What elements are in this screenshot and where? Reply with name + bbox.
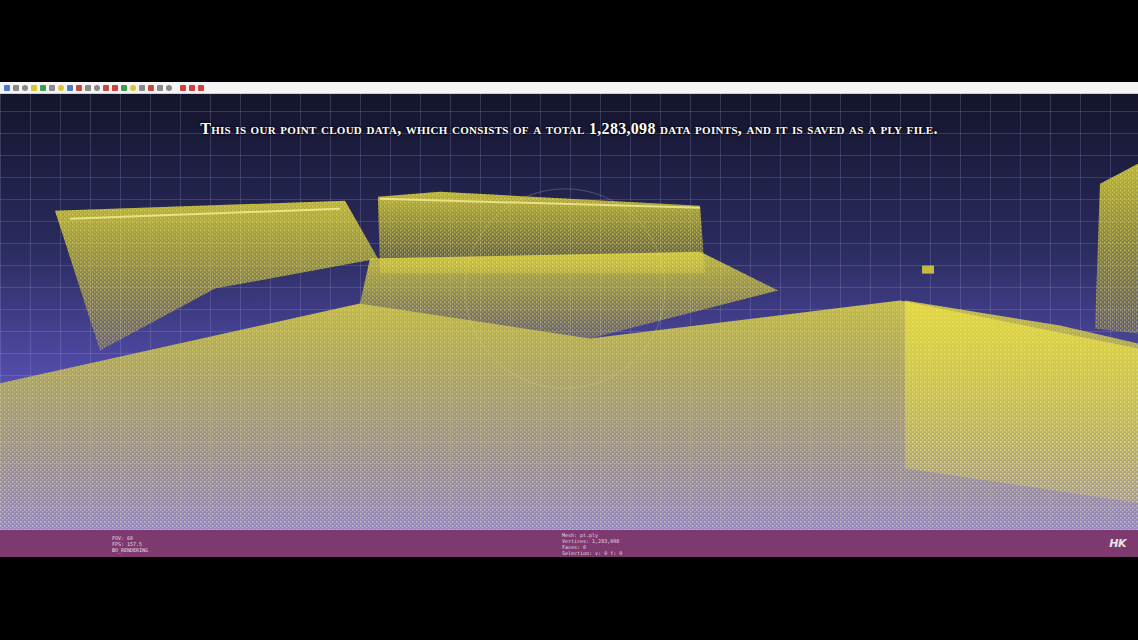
status-left: FOV: 60FPS: 157.5BO_RENDERING [112,535,562,553]
tool-icon[interactable] [31,85,37,91]
tool-icon[interactable] [103,85,109,91]
tool-icon[interactable] [85,85,91,91]
tool-icon[interactable] [180,85,186,91]
right-edge-building [1095,164,1138,334]
status-bar: FOV: 60FPS: 157.5BO_RENDERINGMesh: pt.pl… [0,530,1138,557]
status-center: Mesh: pt.plyVertices: 1,283,098Faces: 0S… [562,532,682,556]
tool-icon[interactable] [198,85,204,91]
tool-icon[interactable] [139,85,145,91]
status-text: FOV: 60 [112,535,562,541]
tool-icon[interactable] [49,85,55,91]
tool-icon[interactable] [130,85,136,91]
tool-icon[interactable] [22,85,28,91]
tool-icon[interactable] [121,85,127,91]
status-text: Faces: 0 [562,544,682,550]
tool-icon[interactable] [157,85,163,91]
tool-icon[interactable] [13,85,19,91]
caption: This is our point cloud data, which cons… [0,120,1138,138]
logo: HK [1109,537,1126,550]
tool-icon[interactable] [40,85,46,91]
tool-icon[interactable] [166,85,172,91]
top-letterbox [0,0,1138,82]
tool-icon[interactable] [67,85,73,91]
status-text: FPS: 157.5 [112,541,562,547]
ground [0,301,1138,530]
bottom-letterbox [0,557,1138,640]
tool-icon[interactable] [76,85,82,91]
tool-icon[interactable] [94,85,100,91]
status-text: Selection: v: 0 f: 0 [562,550,682,556]
app-window: This is our point cloud data, which cons… [0,0,1138,640]
point-cloud-icon [0,94,1138,530]
status-text: Vertices: 1,283,098 [562,538,682,544]
tool-icon[interactable] [189,85,195,91]
3d-viewport[interactable]: This is our point cloud data, which cons… [0,94,1138,530]
status-text: BO_RENDERING [112,547,562,553]
status-text: Mesh: pt.ply [562,532,682,538]
tool-icon[interactable] [58,85,64,91]
toolbar [0,82,1138,94]
tool-icon[interactable] [4,85,10,91]
tool-icon[interactable] [112,85,118,91]
tool-icon[interactable] [148,85,154,91]
